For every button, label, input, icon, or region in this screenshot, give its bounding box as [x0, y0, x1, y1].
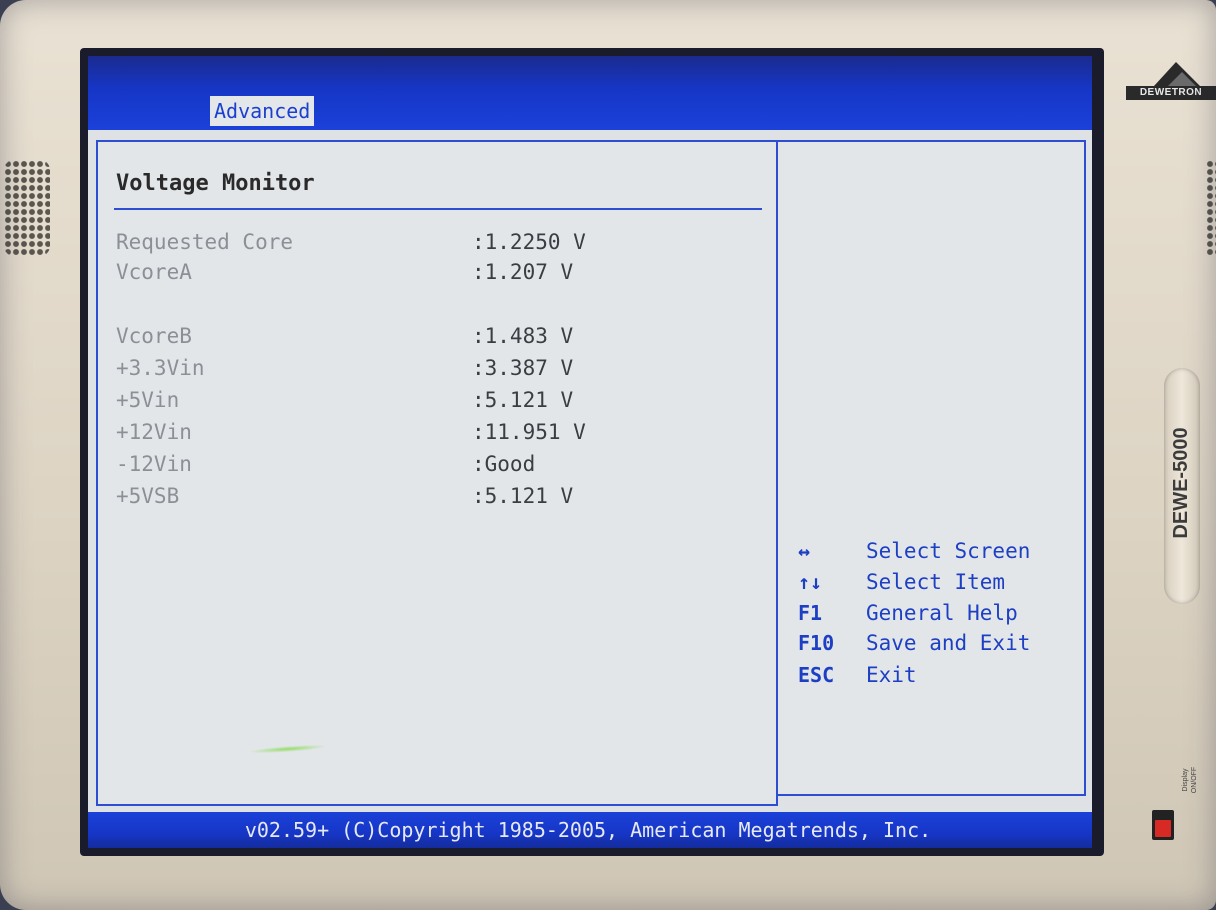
speaker-grille-right — [1206, 160, 1216, 256]
reading-row: +5Vin :5.121 V — [114, 386, 764, 414]
reading-value: :1.2250 V — [472, 230, 586, 254]
section-divider — [114, 208, 762, 210]
brand-logo-text: DEWETRON — [1126, 86, 1216, 100]
reading-value: :Good — [472, 452, 536, 476]
section-title: Voltage Monitor — [116, 171, 315, 196]
help-description: Exit — [866, 663, 917, 687]
help-item: ↔ Select Screen — [788, 536, 1078, 566]
help-description: Select Screen — [866, 539, 1031, 563]
reading-row: +5VSB :5.121 V — [114, 482, 764, 510]
speaker-grille-left — [4, 160, 50, 256]
reading-value: :1.207 V — [472, 260, 574, 284]
reading-label: -12Vin — [116, 452, 192, 476]
copyright-text: v02.59+ (C)Copyright 1985-2005, American… — [244, 818, 932, 842]
help-item: F10 Save and Exit — [788, 628, 1078, 658]
help-item: ESC Exit — [788, 660, 1078, 690]
help-panel: ↔ Select Screen ↑↓ Select Item F1 Genera… — [776, 140, 1086, 796]
reading-row: -12Vin :Good — [114, 450, 764, 478]
reading-row: VcoreB :1.483 V — [114, 322, 764, 350]
reading-value: :3.387 V — [472, 356, 574, 380]
help-item: F1 General Help — [788, 598, 1078, 628]
reading-label: VcoreA — [116, 260, 192, 284]
reading-label: +5VSB — [116, 484, 180, 508]
display-switch-label: Display ON/OFF — [1182, 766, 1198, 794]
reading-value: :1.483 V — [472, 324, 574, 348]
help-key: F10 — [798, 631, 835, 655]
help-description: General Help — [866, 601, 1018, 625]
help-description: Save and Exit — [866, 631, 1031, 655]
help-key: ↔ — [798, 539, 811, 563]
bios-top-bar: Advanced — [88, 56, 1092, 130]
reading-label: Requested Core — [116, 230, 294, 254]
reading-value: :5.121 V — [472, 484, 574, 508]
help-item: ↑↓ Select Item — [788, 567, 1078, 597]
reading-value: :5.121 V — [472, 388, 574, 412]
help-key: F1 — [798, 601, 823, 625]
reading-label: +5Vin — [116, 388, 180, 412]
bios-screen: Advanced Voltage Monitor Requested Core … — [88, 56, 1092, 848]
reading-row: Requested Core :1.2250 V — [114, 228, 764, 256]
tab-advanced[interactable]: Advanced — [210, 96, 315, 126]
help-description: Select Item — [866, 570, 1006, 594]
help-key: ↑↓ — [798, 570, 823, 594]
reading-label: +12Vin — [116, 420, 192, 444]
reading-label: +3.3Vin — [116, 356, 205, 380]
reading-value: :11.951 V — [472, 420, 586, 444]
main-settings-panel: Voltage Monitor Requested Core :1.2250 V… — [96, 140, 778, 806]
reading-row: +3.3Vin :3.387 V — [114, 354, 764, 382]
help-key: ESC — [798, 663, 835, 687]
reading-row: +12Vin :11.951 V — [114, 418, 764, 446]
reading-label: VcoreB — [116, 324, 192, 348]
bios-footer-bar: v02.59+ (C)Copyright 1985-2005, American… — [88, 812, 1092, 848]
model-label: DEWE-5000 — [1170, 427, 1192, 539]
reading-row: VcoreA :1.207 V — [114, 258, 764, 286]
display-switch-indicator — [1155, 820, 1171, 837]
